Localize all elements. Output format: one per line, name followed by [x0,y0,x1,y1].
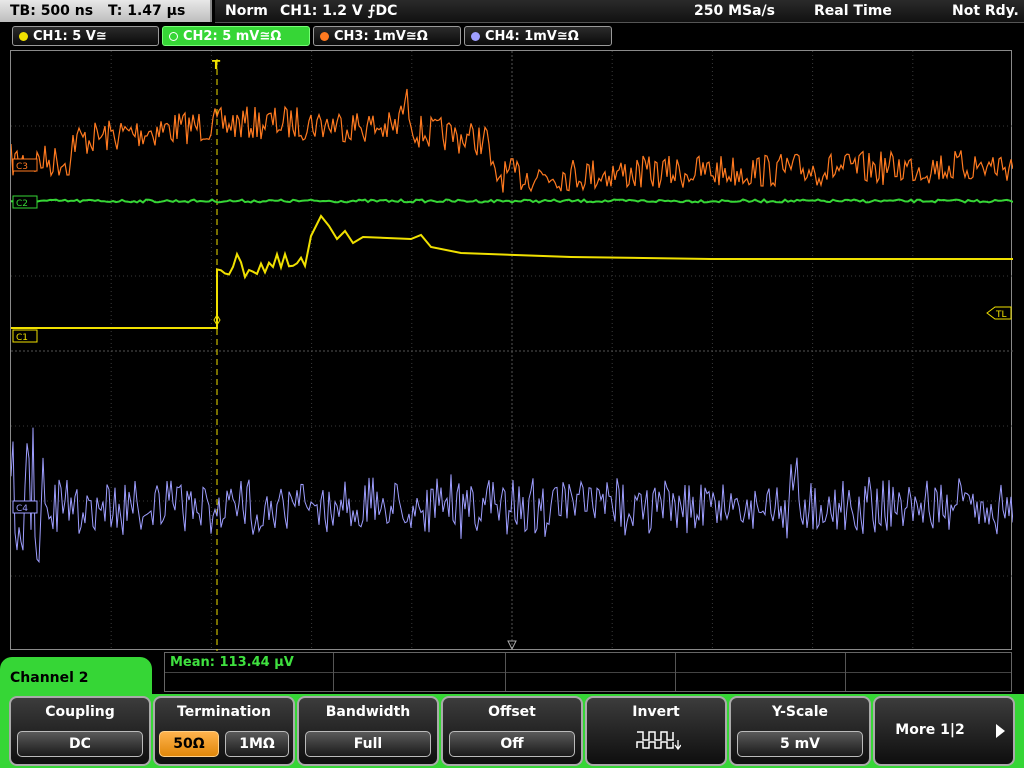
trigger-setting[interactable]: CH1: 1.2 V ⨍DC [280,0,397,22]
bandwidth-softkey[interactable]: Bandwidth Full [297,696,439,766]
timebase-label: TB: 500 ns [10,3,94,19]
ch3-color-dot [320,32,329,41]
coupling-title: Coupling [45,704,115,720]
measurement-cell-divider [675,653,676,691]
measurement-divider [165,672,1011,673]
ch2-color-dot [169,32,178,41]
ch4-color-dot [471,32,480,41]
measurement-cell-divider [333,653,334,691]
more-softkey[interactable]: More 1|2 [873,696,1015,766]
acquisition-mode: Real Time [814,3,892,19]
termination-title: Termination [177,704,271,720]
trigger-mode[interactable]: Norm [225,0,268,22]
termination-softkey[interactable]: Termination 50Ω 1MΩ [153,696,295,766]
timebase-box[interactable]: TB: 500 ns T: 1.47 µs [0,0,212,22]
inverted-square-wave-icon [636,731,681,751]
tab-ch2[interactable]: CH2: 5 mV≅Ω [162,26,310,46]
measurement-panel: Mean: 113.44 µV [164,652,1012,692]
right-arrow-icon [996,724,1005,738]
waveform-display[interactable]: T C1 C2 C3 C4 TL [10,50,1013,651]
tab-ch2-label: CH2: 5 mV≅Ω [183,29,282,44]
tab-ch1[interactable]: CH1: 5 V≅ [12,26,159,46]
offset-title: Offset [488,704,536,720]
ch4-reference-marker: C4 [16,504,28,514]
ch3-reference-marker: C3 [16,162,28,172]
acquisition-state: Not Rdy. [952,3,1019,19]
yscale-softkey[interactable]: Y-Scale 5 mV [729,696,871,766]
waveform-canvas: T C1 C2 C3 C4 TL [11,51,1013,651]
offset-softkey[interactable]: Offset Off [441,696,583,766]
invert-softkey[interactable]: Invert [585,696,727,766]
more-label: More 1|2 [895,722,965,738]
tab-ch4[interactable]: CH4: 1mV≅Ω [464,26,612,46]
ch1-reference-marker: C1 [16,333,28,343]
tab-ch4-label: CH4: 1mV≅Ω [485,29,579,44]
offset-value[interactable]: Off [449,731,575,757]
invert-title: Invert [632,704,680,720]
bandwidth-title: Bandwidth [325,704,411,720]
measurement-cell-divider [845,653,846,691]
bandwidth-value[interactable]: Full [305,731,431,757]
measurement-cell-divider [505,653,506,691]
trigger-time-label: T: 1.47 µs [107,3,186,19]
mean-measurement: Mean: 113.44 µV [170,655,294,670]
termination-1mohm-option[interactable]: 1MΩ [225,731,289,757]
tab-ch3[interactable]: CH3: 1mV≅Ω [313,26,461,46]
trigger-marker: T [212,58,221,72]
channel-tabs: CH1: 5 V≅ CH2: 5 mV≅Ω CH3: 1mV≅Ω CH4: 1m… [0,26,1024,48]
ch1-color-dot [19,32,28,41]
ch2-reference-marker: C2 [16,199,28,209]
yscale-value[interactable]: 5 mV [737,731,863,757]
yscale-title: Y-Scale [771,704,828,720]
coupling-value[interactable]: DC [17,731,143,757]
termination-50ohm-option[interactable]: 50Ω [159,731,219,757]
trigger-level-marker: TL [995,310,1007,320]
sample-rate: 250 MSa/s [694,3,776,19]
coupling-softkey[interactable]: Coupling DC [9,696,151,766]
tab-ch1-label: CH1: 5 V≅ [33,29,107,44]
status-bar: TB: 500 ns T: 1.47 µs Norm CH1: 1.2 V ⨍D… [0,0,1024,24]
tab-ch3-label: CH3: 1mV≅Ω [334,29,428,44]
